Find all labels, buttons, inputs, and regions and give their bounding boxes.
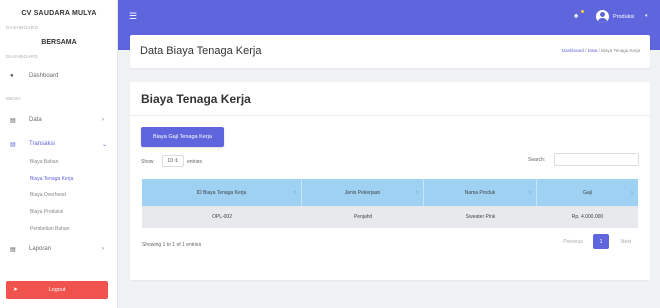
sort-icon: ⇅ — [293, 190, 297, 195]
bell-icon[interactable]: ♠ — [574, 11, 578, 20]
content-card: Biaya Tenaga Kerja Biaya Gaji Tenaga Ker… — [130, 82, 650, 280]
search-label: Search: — [528, 157, 546, 163]
logout-label: Logout — [48, 287, 66, 293]
sidebar-item-data[interactable]: ▤ Data › — [0, 113, 118, 127]
brand-name-line1: CV SAUDARA MULYA — [21, 10, 97, 17]
page-title: Data Biaya Tenaga Kerja — [140, 45, 262, 57]
breadcrumb: Dashboard / Data / Biaya Tenaga Kerja — [562, 48, 640, 53]
sidebar-subitem-biaya-overhead[interactable]: Biaya Overhead — [30, 192, 66, 198]
gauge-icon: ● — [10, 73, 14, 79]
sidebar-subitem-biaya-tenaga-kerja[interactable]: Biaya Tenaga Kerja — [30, 176, 73, 182]
divider — [130, 115, 650, 116]
sidebar-item-label: Transaksi — [29, 141, 55, 147]
avatar-body — [598, 18, 607, 23]
sidebar-subitem-biaya-bahan[interactable]: Biaya Bahan — [30, 159, 58, 165]
section-label-menu: MENU — [6, 96, 21, 101]
show-label: Show — [141, 159, 154, 165]
chevron-down-icon: ⌄ — [102, 141, 108, 148]
table-icon: ▤ — [10, 117, 16, 124]
pagination-next[interactable]: Next — [612, 235, 640, 249]
sidebar-subitem-biaya-produksi[interactable]: Biaya Produksi — [30, 209, 63, 215]
column-header-gaji[interactable]: Gaji ⇅ — [537, 179, 638, 206]
breadcrumb-dashboard[interactable]: Dashboard — [562, 48, 584, 53]
table-icon: ▤ — [10, 141, 16, 148]
pagination-previous[interactable]: Previous — [556, 235, 590, 249]
logout-button[interactable]: ➤ Logout — [6, 281, 108, 299]
column-header-nama-produk[interactable]: Nama Produk ⇅ — [424, 179, 537, 206]
user-name[interactable]: Produksi — [613, 14, 634, 20]
sidebar-item-transaksi[interactable]: ▤ Transaksi ⌄ — [0, 137, 118, 151]
menu-toggle-icon[interactable]: ☰ — [129, 11, 137, 22]
cell-gaji: Rp. 4.000.000 — [571, 214, 604, 220]
page-header: Data Biaya Tenaga Kerja Dashboard / Data… — [130, 35, 650, 68]
breadcrumb-data[interactable]: Data — [588, 48, 598, 53]
table-icon: ▤ — [10, 246, 16, 253]
section-label-dashboard-2: DASHBOARD — [6, 54, 39, 59]
notification-dot — [581, 10, 584, 13]
chevron-right-icon: › — [102, 246, 104, 252]
pagination-page-1[interactable]: 1 — [593, 234, 609, 249]
avatar[interactable] — [596, 10, 609, 23]
sidebar-item-label: Dashboard — [29, 73, 59, 79]
column-header-label: Jenis Pekerjaan — [344, 189, 381, 196]
sidebar-item-laporan[interactable]: ▤ Laporan › — [0, 242, 118, 256]
sort-icon: ⇅ — [415, 190, 419, 195]
sidebar: CV SAUDARA MULYA DASHBOARD BERSAMA DASHB… — [0, 0, 118, 308]
entries-label: entries — [187, 159, 203, 165]
sidebar-item-label: Data — [29, 117, 42, 123]
column-header-jenis-pekerjaan[interactable]: Jenis Pekerjaan ⇅ — [302, 179, 424, 206]
entries-select[interactable]: 10 ⇕ — [162, 155, 184, 167]
caret-down-icon[interactable]: ▾ — [645, 13, 648, 19]
cell-nama-produk: Sweater Pink — [465, 214, 496, 220]
chevron-right-icon: › — [102, 117, 104, 123]
table-header: ID Biaya Tenaga Kerja ⇅ Jenis Pekerjaan … — [142, 179, 638, 206]
column-header-id[interactable]: ID Biaya Tenaga Kerja ⇅ — [142, 179, 302, 206]
sidebar-item-dashboard[interactable]: ● Dashboard — [0, 69, 118, 83]
breadcrumb-current: Biaya Tenaga Kerja — [601, 48, 640, 53]
cell-jenis-pekerjaan: Penjahit — [353, 214, 373, 220]
table-info: Showing 1 to 1 of 1 entries — [142, 242, 202, 248]
search-input[interactable] — [554, 153, 639, 166]
sidebar-subitem-pembelian-bahan[interactable]: Pembelian Bahan — [30, 226, 69, 232]
breadcrumb-sep: / — [598, 48, 600, 53]
column-header-label: ID Biaya Tenaga Kerja — [196, 189, 247, 196]
cell-id: OPL-002 — [211, 214, 232, 220]
sort-icon: ⇅ — [528, 190, 532, 195]
brand-name-line2: BERSAMA — [41, 39, 77, 46]
table-row: OPL-002 Penjahit Sweater Pink Rp. 4.000.… — [142, 206, 638, 228]
breadcrumb-sep: / — [585, 48, 587, 53]
column-header-label: Nama Produk — [464, 189, 496, 196]
card-title: Biaya Tenaga Kerja — [141, 92, 251, 106]
sort-icon: ⇅ — [630, 190, 634, 195]
column-header-label: Gaji — [583, 189, 592, 196]
add-labor-cost-button[interactable]: Biaya Gaji Tenaga Kerja — [141, 127, 224, 147]
section-label-dashboard: DASHBOARD — [6, 25, 39, 30]
avatar-head — [600, 12, 605, 17]
sidebar-item-label: Laporan — [29, 246, 52, 252]
